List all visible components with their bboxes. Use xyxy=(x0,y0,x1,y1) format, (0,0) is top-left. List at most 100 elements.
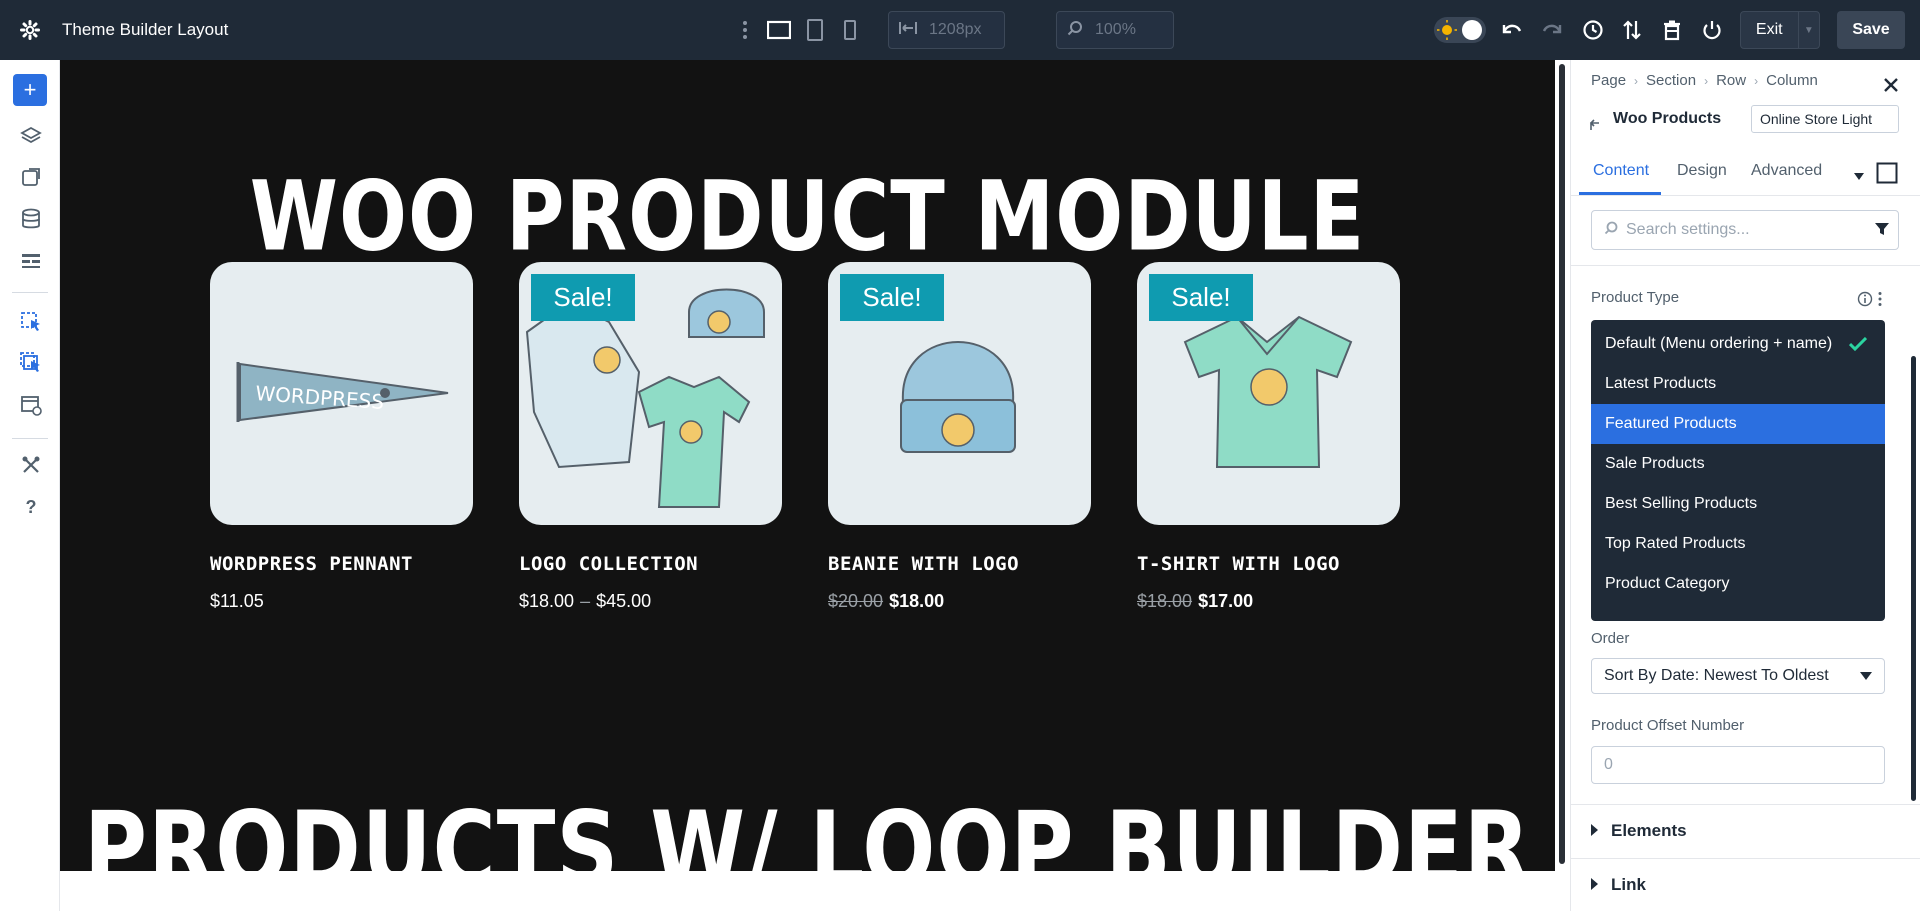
filter-icon[interactable] xyxy=(1874,221,1890,242)
offset-input[interactable]: 0 xyxy=(1591,746,1885,784)
canvas-scrollbar[interactable] xyxy=(1555,60,1570,911)
search-placeholder: Search settings... xyxy=(1626,221,1750,238)
canvas-width-value: 1208px xyxy=(929,21,982,38)
tab-content[interactable]: Content xyxy=(1593,162,1649,180)
dropdown-option[interactable]: Top Rated Products xyxy=(1591,524,1885,564)
undo-icon[interactable] xyxy=(1500,18,1524,42)
panel-tabs: Content Design Advanced xyxy=(1571,154,1920,196)
theme-customizer-icon[interactable] xyxy=(19,165,43,189)
order-label: Order xyxy=(1591,630,1630,647)
settings-search-area: Search settings... xyxy=(1571,200,1920,266)
accordion-elements[interactable]: Elements xyxy=(1571,804,1920,858)
exit-label: Exit xyxy=(1755,21,1783,38)
panel-layout-icon[interactable] xyxy=(1876,162,1898,189)
tools-icon[interactable] xyxy=(19,453,43,477)
add-module-button[interactable]: + xyxy=(13,74,47,106)
layout-icon[interactable] xyxy=(19,249,43,273)
price-current: $18.00 xyxy=(889,591,945,611)
sale-badge: Sale! xyxy=(840,274,944,321)
multi-select-icon[interactable] xyxy=(19,351,43,375)
dropdown-option-label: Best Selling Products xyxy=(1605,495,1758,512)
theme-toggle[interactable] xyxy=(1433,16,1487,44)
section-heading: PRODUCTS W/ LOOP BUILDER xyxy=(84,790,1531,871)
dropdown-option-label: Top Rated Products xyxy=(1605,535,1746,552)
product-price: $20.00 $18.00 xyxy=(828,591,1091,612)
product-card[interactable]: Sale! T-Shirt with Logo $18.00 $17.00 xyxy=(1137,262,1400,612)
exit-button[interactable]: Exit ▼ xyxy=(1740,11,1820,49)
product-type-dropdown[interactable]: Default (Menu ordering + name) Latest Pr… xyxy=(1591,320,1885,621)
expand-arrow-icon xyxy=(1591,824,1598,836)
portability-icon[interactable] xyxy=(1620,18,1644,42)
accordion-link[interactable]: Link xyxy=(1571,858,1920,912)
tab-advanced[interactable]: Advanced xyxy=(1751,162,1822,180)
breadcrumb-column[interactable]: Column xyxy=(1766,72,1818,89)
desktop-view-icon[interactable] xyxy=(767,18,791,42)
price-range-separator: – xyxy=(580,591,591,611)
panel-scrollbar[interactable] xyxy=(1911,356,1916,801)
left-sidebar: + ? xyxy=(0,60,60,911)
canvas-width-input[interactable]: 1208px xyxy=(888,11,1005,49)
product-name[interactable]: Logo Collection xyxy=(519,553,782,575)
dropdown-option[interactable]: Sale Products xyxy=(1591,444,1885,484)
trash-icon[interactable] xyxy=(1660,18,1684,42)
tablet-view-icon[interactable] xyxy=(803,18,827,42)
checkmark-icon xyxy=(1848,335,1868,356)
product-name[interactable]: T-Shirt with Logo xyxy=(1137,553,1400,575)
settings-search-input[interactable]: Search settings... xyxy=(1591,210,1899,250)
product-image[interactable]: WORDPRESS xyxy=(210,262,473,525)
zoom-input[interactable]: 100% xyxy=(1056,11,1174,49)
database-icon[interactable] xyxy=(19,207,43,231)
save-button[interactable]: Save xyxy=(1837,11,1905,49)
product-card[interactable]: WORDPRESS WordPress Pennant $11.05 xyxy=(210,262,473,612)
layers-icon[interactable] xyxy=(19,124,43,148)
dropdown-option-label: Default (Menu ordering + name) xyxy=(1605,335,1833,352)
dropdown-option[interactable]: Product Category xyxy=(1591,564,1885,604)
sale-badge: Sale! xyxy=(1149,274,1253,321)
order-select[interactable]: Sort By Date: Newest To Oldest xyxy=(1591,658,1885,694)
power-icon[interactable] xyxy=(1700,18,1724,42)
product-name[interactable]: Beanie with Logo xyxy=(828,553,1091,575)
page-settings-icon[interactable] xyxy=(19,393,43,417)
product-price: $18.00– $45.00 xyxy=(519,591,782,612)
builder-canvas: WOO PRODUCT MODULE WORDPRESS WordPress P… xyxy=(60,60,1555,871)
canvas-footer-area xyxy=(60,871,1555,911)
breadcrumb-section[interactable]: Section xyxy=(1646,72,1696,89)
product-image[interactable]: Sale! xyxy=(828,262,1091,525)
zoom-value: 100% xyxy=(1095,21,1136,38)
price-original: $20.00 xyxy=(828,591,884,611)
dropdown-option-label: Product Category xyxy=(1605,575,1730,592)
canvas-scrollbar-thumb[interactable] xyxy=(1559,64,1565,864)
select-caret-icon xyxy=(1860,672,1872,680)
settings-gear-icon[interactable] xyxy=(20,20,40,40)
product-card[interactable]: Sale! Logo Collection $18.00– $45.00 xyxy=(519,262,782,612)
product-name[interactable]: WordPress Pennant xyxy=(210,553,473,575)
redo-icon[interactable] xyxy=(1540,18,1564,42)
product-image[interactable]: Sale! xyxy=(1137,262,1400,525)
sale-badge: Sale! xyxy=(531,274,635,321)
product-card[interactable]: Sale! Beanie with Logo $20.00 $18.00 xyxy=(828,262,1091,612)
back-arrow-icon[interactable] xyxy=(1589,118,1601,135)
dropdown-option[interactable]: Latest Products xyxy=(1591,364,1885,404)
product-image[interactable]: Sale! xyxy=(519,262,782,525)
history-icon[interactable] xyxy=(1581,18,1605,42)
field-options-icon[interactable] xyxy=(1877,291,1883,312)
close-panel-icon[interactable] xyxy=(1883,72,1899,100)
order-value: Sort By Date: Newest To Oldest xyxy=(1604,667,1829,684)
preset-selector[interactable]: Online Store Light xyxy=(1751,105,1899,133)
breadcrumb-row[interactable]: Row xyxy=(1716,72,1746,89)
dropdown-option[interactable]: Default (Menu ordering + name) xyxy=(1591,324,1885,364)
dropdown-option-label: Sale Products xyxy=(1605,455,1705,472)
phone-view-icon[interactable] xyxy=(838,18,862,42)
help-icon[interactable]: ? xyxy=(19,495,43,519)
tab-design[interactable]: Design xyxy=(1677,162,1727,180)
breadcrumb-page[interactable]: Page xyxy=(1591,72,1626,89)
select-element-icon[interactable] xyxy=(19,310,43,334)
more-vertical-icon[interactable] xyxy=(733,18,757,42)
info-icon[interactable] xyxy=(1857,291,1873,312)
dropdown-option[interactable]: Best Selling Products xyxy=(1591,484,1885,524)
zoom-search-icon xyxy=(1067,20,1083,41)
sidebar-divider xyxy=(12,438,48,439)
tabs-dropdown-caret-icon[interactable] xyxy=(1854,168,1864,186)
exit-dropdown-caret-icon[interactable]: ▼ xyxy=(1797,12,1819,48)
dropdown-option-highlighted[interactable]: Featured Products xyxy=(1591,404,1885,444)
